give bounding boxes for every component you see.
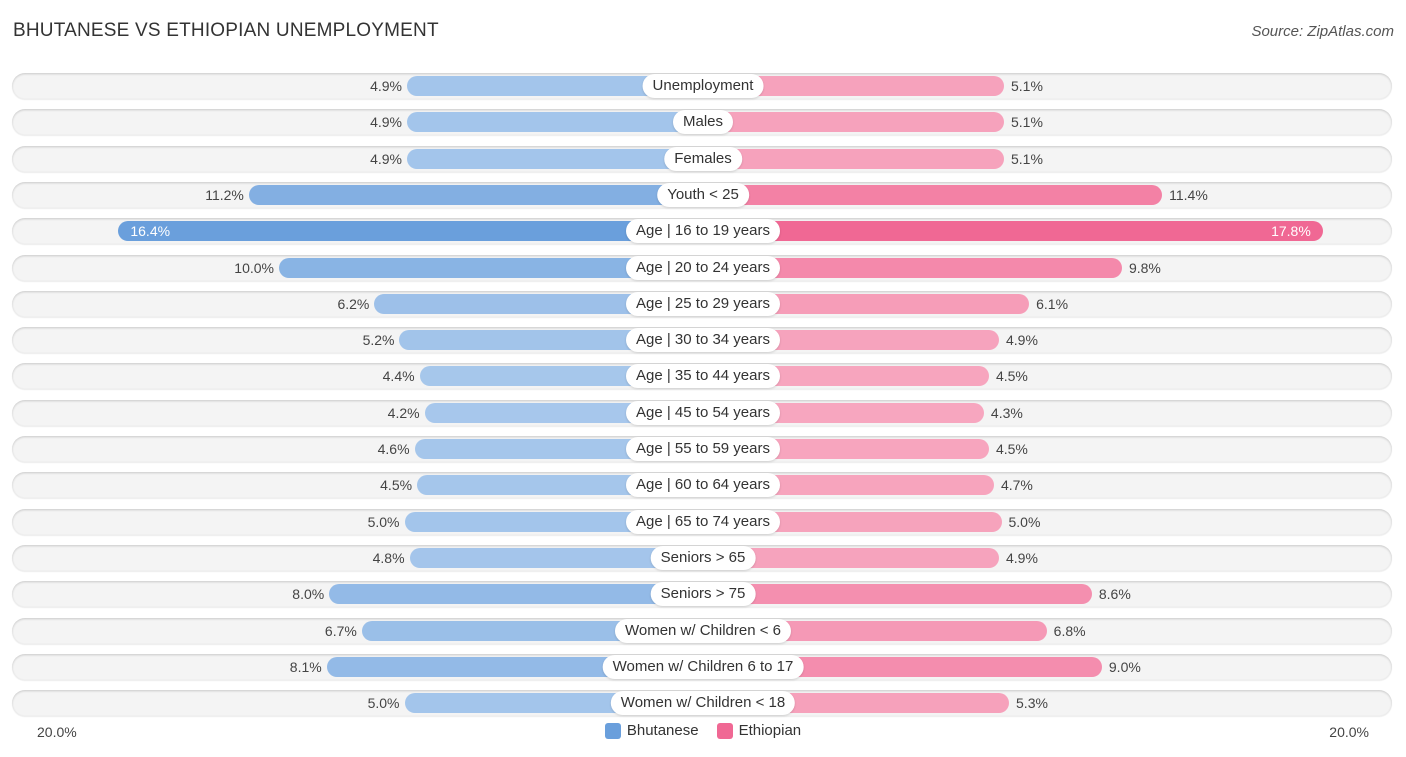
ethiopian-bar[interactable]	[703, 148, 1004, 169]
ethiopian-value-label: 9.0%	[1108, 658, 1141, 675]
ethiopian-value-label: 4.5%	[995, 441, 1028, 457]
ethiopian-bar[interactable]	[703, 584, 1092, 605]
bhutanese-value-label: 6.2%	[337, 295, 370, 312]
ethiopian-value-label: 11.4%	[1169, 186, 1208, 203]
legend-item-ethiopian[interactable]: Ethiopian	[716, 722, 802, 739]
ethiopian-value-label: 6.8%	[1053, 622, 1086, 639]
category-label: Seniors > 75	[650, 582, 756, 607]
category-label: Women w/ Children < 18	[610, 691, 796, 716]
bhutanese-value-label: 10.0%	[234, 259, 274, 276]
ethiopian-value-label: 5.1%	[1011, 114, 1043, 131]
legend-label-ethiopian: Ethiopian	[738, 722, 802, 739]
category-label: Age | 20 to 24 years	[626, 255, 780, 280]
bhutanese-bar[interactable]	[407, 148, 703, 169]
category-label: Age | 45 to 54 years	[626, 400, 780, 425]
bhutanese-value-label: 11.2%	[205, 186, 244, 203]
legend-label-bhutanese: Bhutanese	[626, 722, 699, 739]
bhutanese-value-label: 4.5%	[380, 477, 413, 494]
bhutanese-value-label: 8.1%	[289, 658, 322, 675]
ethiopian-value-label: 4.7%	[1000, 477, 1033, 494]
ethiopian-value-label: 4.5%	[995, 368, 1028, 385]
bhutanese-value-label: 5.0%	[367, 513, 400, 530]
bhutanese-value-label: 4.6%	[377, 441, 410, 457]
ethiopian-value-label: 4.9%	[1005, 549, 1038, 566]
bhutanese-value-label: 4.8%	[372, 549, 405, 566]
bhutanese-bar[interactable]	[248, 184, 703, 205]
category-label: Age | 55 to 59 years	[626, 437, 780, 461]
category-label: Seniors > 65	[650, 545, 756, 570]
ethiopian-bar[interactable]	[703, 184, 1163, 205]
ethiopian-value-label: 5.3%	[1016, 695, 1048, 712]
category-label: Age | 65 to 74 years	[626, 509, 780, 534]
bhutanese-value-label: 6.7%	[324, 622, 357, 639]
category-label: Age | 16 to 19 years	[626, 219, 780, 244]
ethiopian-value-label: 17.8%	[1271, 223, 1311, 240]
ethiopian-value-label: 5.1%	[1011, 78, 1043, 94]
category-label: Age | 60 to 64 years	[626, 473, 780, 498]
category-label: Unemployment	[642, 74, 764, 98]
ethiopian-value-label: 4.3%	[990, 404, 1023, 421]
legend: Bhutanese Ethiopian	[0, 722, 1406, 739]
ethiopian-bar[interactable]	[703, 112, 1004, 133]
legend-item-bhutanese[interactable]: Bhutanese	[604, 722, 699, 739]
bhutanese-value-label: 16.4%	[130, 223, 171, 240]
ethiopian-value-label: 8.6%	[1098, 586, 1131, 603]
ethiopian-value-label: 6.1%	[1036, 295, 1069, 312]
bhutanese-bar[interactable]	[118, 221, 703, 242]
ethiopian-value-label: 4.9%	[1005, 332, 1038, 349]
bhutanese-value-label: 4.2%	[387, 404, 420, 421]
bhutanese-bar[interactable]	[407, 112, 703, 133]
category-label: Women w/ Children 6 to 17	[602, 654, 804, 679]
bhutanese-value-label: 5.0%	[367, 695, 400, 712]
bhutanese-value-label: 4.9%	[370, 78, 403, 94]
bhutanese-value-label: 5.2%	[362, 332, 395, 349]
category-label: Women w/ Children < 6	[614, 618, 792, 643]
ethiopian-value-label: 9.8%	[1128, 259, 1161, 276]
chart-title: BHUTANESE VS ETHIOPIAN UNEMPLOYMENT	[13, 20, 439, 41]
bhutanese-value-label: 4.9%	[370, 114, 403, 131]
source-label: Source: ZipAtlas.com	[1251, 23, 1394, 40]
ethiopian-value-label: 5.1%	[1011, 150, 1043, 167]
bhutanese-value-label: 4.4%	[382, 368, 415, 385]
category-label: Males	[672, 110, 734, 135]
legend-swatch-bhutanese	[604, 722, 621, 739]
legend-swatch-ethiopian	[716, 722, 733, 739]
ethiopian-bar[interactable]	[703, 221, 1323, 242]
category-label: Age | 35 to 44 years	[626, 364, 780, 389]
category-label: Youth < 25	[657, 182, 749, 207]
category-label: Females	[664, 146, 742, 171]
bhutanese-value-label: 4.9%	[370, 150, 403, 167]
category-label: Age | 25 to 29 years	[626, 291, 780, 316]
bhutanese-bar[interactable]	[329, 584, 703, 605]
bhutanese-value-label: 8.0%	[292, 586, 325, 603]
ethiopian-value-label: 5.0%	[1008, 513, 1041, 530]
category-label: Age | 30 to 34 years	[626, 328, 780, 353]
